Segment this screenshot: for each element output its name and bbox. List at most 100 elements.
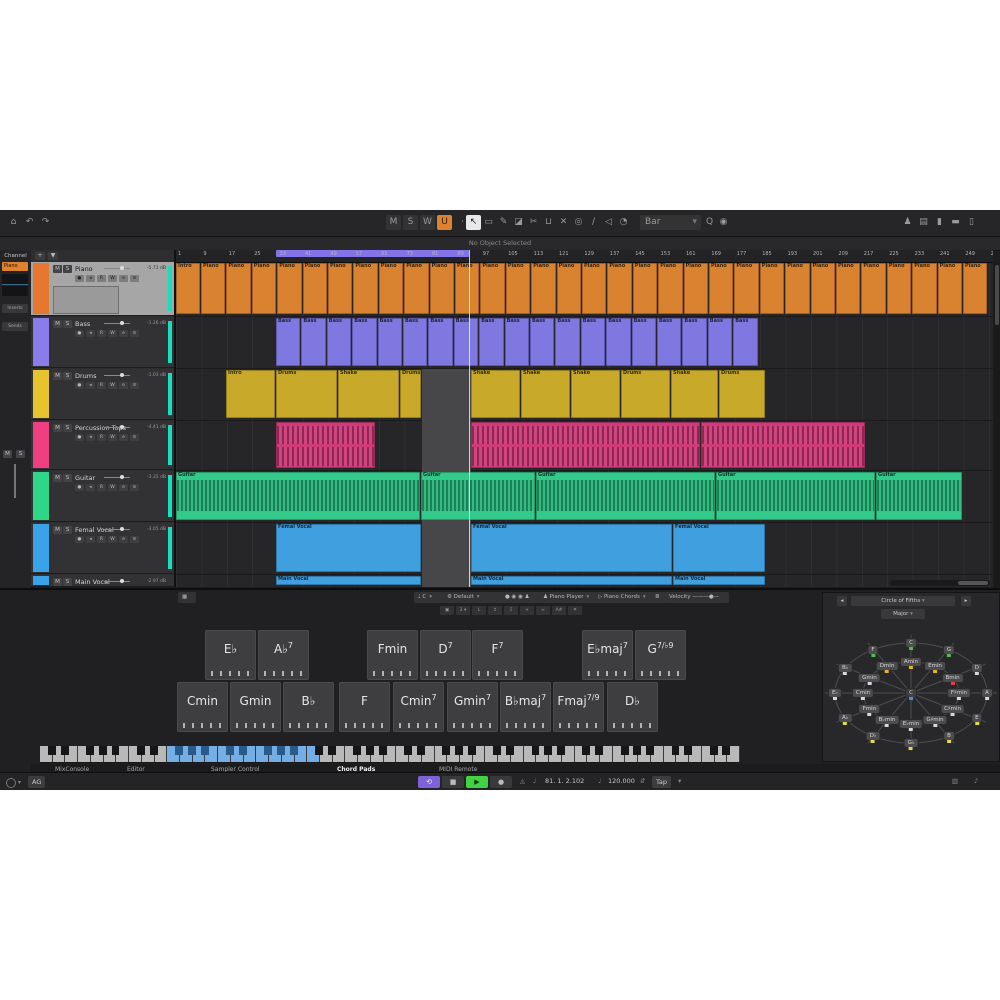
left-zone-icon[interactable]: ▮ xyxy=(932,215,947,230)
cof-major-F[interactable]: F xyxy=(868,646,877,654)
track-record-button[interactable]: ● xyxy=(75,434,84,441)
clip-bass[interactable]: Bass xyxy=(581,318,605,366)
clip-drums[interactable]: Drums xyxy=(276,370,337,418)
horizontal-scrollbar[interactable] xyxy=(890,580,990,586)
clip-bass[interactable]: Bass xyxy=(479,318,503,366)
automation-w-button[interactable]: W xyxy=(420,215,435,230)
clip-piano[interactable]: Piano xyxy=(201,263,225,314)
pads-toolbar2-button-6[interactable]: ≈ xyxy=(536,606,550,615)
clip-drums[interactable]: Drums xyxy=(400,370,421,418)
clip-piano[interactable]: Piano xyxy=(582,263,606,314)
track-solo-button[interactable]: S xyxy=(63,578,72,586)
cof-major-B[interactable]: B xyxy=(944,732,954,740)
clip-piano[interactable]: Piano xyxy=(811,263,835,314)
performance-meter-icon[interactable]: ▥ xyxy=(952,777,958,785)
piano-key-black[interactable] xyxy=(112,746,120,755)
piano-key-black[interactable] xyxy=(239,746,247,755)
clip-bass[interactable]: Bass xyxy=(327,318,351,366)
chord-pad-Bbmaj7[interactable]: B♭maj7 xyxy=(500,682,551,732)
clip-percussion-tops[interactable] xyxy=(276,422,375,468)
pads-toolbar2-button-0[interactable]: ▣ xyxy=(440,606,454,615)
clip-piano[interactable]: Piano xyxy=(887,263,911,314)
piano-key-black[interactable] xyxy=(353,746,361,755)
track-monitor-button[interactable]: ◂ xyxy=(86,275,95,282)
piano-key-black[interactable] xyxy=(404,746,412,755)
piano-key-black[interactable] xyxy=(86,746,94,755)
track-record-button[interactable]: ● xyxy=(75,330,84,337)
clip-main-vocal[interactable]: Main Vocal xyxy=(673,576,765,585)
clip-piano[interactable]: Piano xyxy=(430,263,454,314)
chord-pad-Fmin[interactable]: Fmin xyxy=(367,630,418,680)
redo-icon[interactable]: ↷ xyxy=(38,215,53,230)
track-mute-button[interactable]: M xyxy=(53,372,62,380)
clip-piano[interactable]: Piano xyxy=(277,263,301,314)
cof-center-key[interactable]: C xyxy=(906,689,916,697)
clip-percussion-tops[interactable] xyxy=(471,422,700,468)
piano-key-black[interactable] xyxy=(582,746,590,755)
preset-select[interactable]: ⚙ Default▾ xyxy=(443,592,503,603)
clip-piano[interactable]: Piano xyxy=(658,263,682,314)
track-write-button[interactable]: W xyxy=(108,275,117,282)
lower-zone-icon[interactable]: ▬ xyxy=(948,215,963,230)
clip-drums[interactable]: Drums xyxy=(621,370,670,418)
cof-minor-Cmin[interactable]: Cmin xyxy=(853,689,873,697)
chord-pad-Cmin7[interactable]: Cmin7 xyxy=(393,682,444,732)
tap-tempo-button[interactable]: Tap xyxy=(652,776,671,788)
chord-pad-Gmin[interactable]: Gmin xyxy=(230,682,281,732)
track-write-button[interactable]: W xyxy=(108,330,117,337)
record-mode-icon[interactable] xyxy=(6,778,16,788)
timeline-ruler[interactable]: 1917253341495765738189971051131211291371… xyxy=(176,250,993,263)
track-mute-button[interactable]: M xyxy=(53,320,62,328)
track-row-drums[interactable]: MSDrums-1.03 dB●◂RWe≡ xyxy=(31,369,174,420)
clip-drums[interactable]: Shake xyxy=(338,370,399,418)
clip-femal-vocal[interactable]: Femal Vocal xyxy=(471,524,672,572)
piano-key-black[interactable] xyxy=(328,746,336,755)
automation-s-button[interactable]: S xyxy=(403,215,418,230)
track-read-button[interactable]: R xyxy=(97,275,106,282)
track-write-button[interactable]: W xyxy=(108,434,117,441)
piano-key-black[interactable] xyxy=(137,746,145,755)
chord-pad-Ab7[interactable]: A♭7 xyxy=(258,630,309,680)
track-row-femal-vocal[interactable]: MSFemal Vocal-3.05 dB●◂RWe≡ xyxy=(31,523,174,574)
piano-key-black[interactable] xyxy=(61,746,69,755)
piano-key-black[interactable] xyxy=(442,746,450,755)
track-solo-button[interactable]: S xyxy=(63,474,72,482)
cof-minor-Dmin[interactable]: Dmin xyxy=(877,662,898,670)
track-read-button[interactable]: R xyxy=(97,382,106,389)
pads-grid-icon[interactable]: ▦ xyxy=(178,592,196,603)
zoom-tool[interactable]: ◎ xyxy=(571,215,586,230)
grid-type-select[interactable]: Bar▾ xyxy=(640,215,701,230)
track-mute-button[interactable]: M xyxy=(53,578,62,586)
track-row-guitar[interactable]: MSGuitar-3.35 dB●◂RWe≡ xyxy=(31,471,174,522)
cof-major-E[interactable]: E xyxy=(972,714,981,722)
track-monitor-button[interactable]: ◂ xyxy=(86,382,95,389)
track-row-percussion-tops[interactable]: MSPercussion Tops-4.41 dB●◂RWe≡ xyxy=(31,421,174,470)
panes-icon[interactable]: ▤ xyxy=(916,215,931,230)
track-write-button[interactable]: W xyxy=(108,536,117,543)
clip-percussion-tops[interactable] xyxy=(701,422,865,468)
playhead-cursor[interactable] xyxy=(469,250,470,587)
cof-major-Bb[interactable]: B♭ xyxy=(839,664,851,672)
clip-bass[interactable]: Bass xyxy=(378,318,402,366)
clip-guitar[interactable]: Guitar xyxy=(716,472,875,520)
chord-pad-Bb[interactable]: B♭ xyxy=(283,682,334,732)
clip-drums[interactable]: Shake xyxy=(471,370,520,418)
sync-caret-icon[interactable]: ▾ xyxy=(678,777,681,785)
track-more-button[interactable]: ≡ xyxy=(130,330,139,337)
arranger-area[interactable]: IntroPianoPianoPianoPianoPianoPianoPiano… xyxy=(176,263,993,587)
pads-toolbar2-button-3[interactable]: ↥ xyxy=(488,606,502,615)
clip-drums[interactable]: Drums xyxy=(719,370,765,418)
clip-bass[interactable]: Bass xyxy=(733,318,757,366)
piano-key-black[interactable] xyxy=(150,746,158,755)
user-icon[interactable]: ♟ xyxy=(900,215,915,230)
clip-bass[interactable]: Bass xyxy=(505,318,529,366)
track-row-main-vocal[interactable]: MSMain Vocal-2.97 dB xyxy=(31,575,174,587)
clip-piano[interactable]: Piano xyxy=(506,263,530,314)
clip-main-vocal[interactable]: Main Vocal xyxy=(276,576,421,585)
vertical-scrollbar[interactable] xyxy=(994,263,1000,587)
clip-piano[interactable]: Piano xyxy=(353,263,377,314)
piano-key-black[interactable] xyxy=(544,746,552,755)
track-read-button[interactable]: R xyxy=(97,330,106,337)
track-volume-slider[interactable] xyxy=(104,375,130,376)
clip-piano[interactable]: Piano xyxy=(861,263,885,314)
